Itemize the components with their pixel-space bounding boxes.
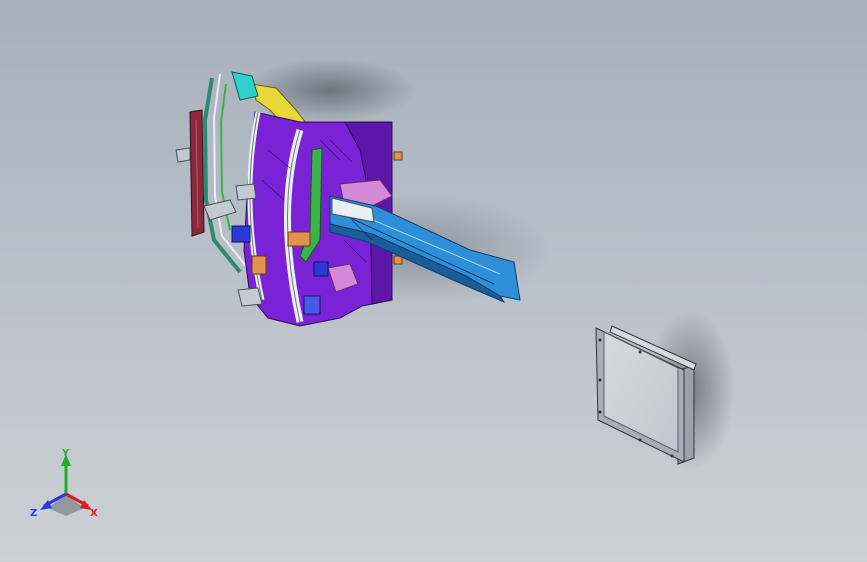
orientation-triad[interactable]: Y X Z bbox=[26, 446, 106, 526]
model-scene[interactable] bbox=[0, 0, 867, 562]
x-axis-label: X bbox=[90, 508, 98, 519]
z-axis-label: Z bbox=[30, 508, 37, 519]
triad-base-shadow bbox=[48, 494, 84, 516]
orange-block bbox=[287, 231, 311, 247]
graphics-viewport[interactable]: Y X Z bbox=[0, 0, 867, 562]
y-axis-label: Y bbox=[61, 448, 70, 459]
blue-clamp-block bbox=[231, 225, 251, 243]
